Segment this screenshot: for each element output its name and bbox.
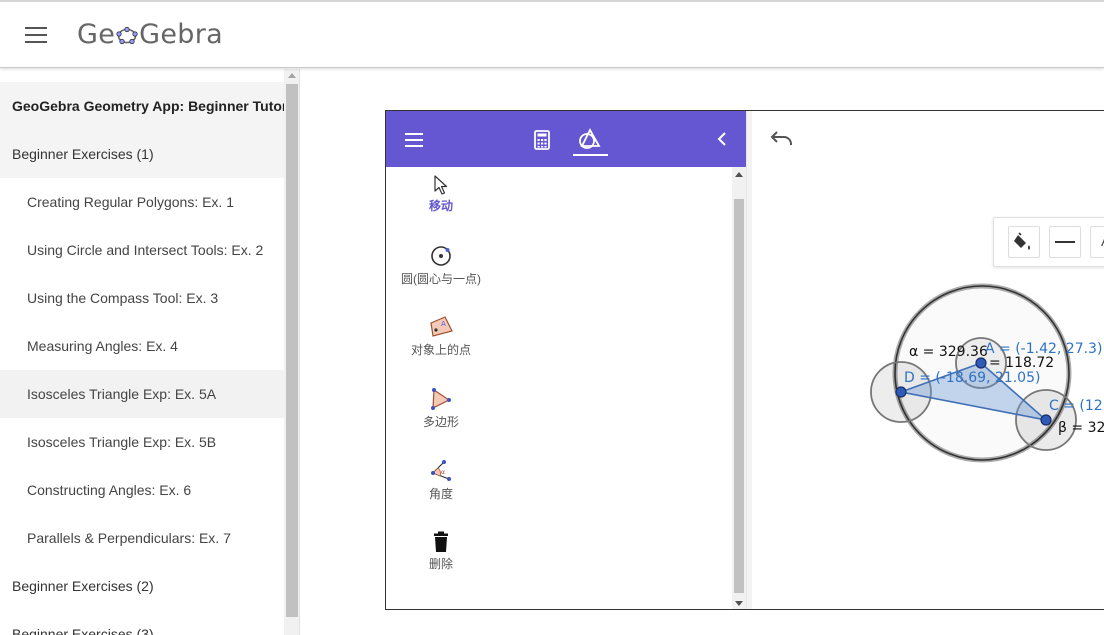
label-point-d: D = (-18.69, 21.05): [904, 370, 1040, 386]
text-style-label: A: [1091, 227, 1104, 257]
line-style-icon: [1055, 241, 1075, 243]
point-c[interactable]: [1040, 414, 1052, 426]
sidebar-item[interactable]: Measuring Angles: Ex. 4: [0, 322, 284, 370]
scroll-up-arrow-icon[interactable]: [288, 73, 296, 78]
menu-icon[interactable]: [25, 27, 47, 43]
text-style-button[interactable]: A: [1090, 226, 1104, 258]
fill-color-button[interactable]: [1008, 226, 1040, 258]
chevron-left-icon[interactable]: [716, 131, 728, 147]
tool-label: 对象上的点: [410, 343, 471, 357]
label-alpha: α = 329.36: [909, 344, 988, 360]
label-point-c: C = (12.: [1049, 398, 1104, 414]
tool-list: 移动 圆(圆心与一点) A 对象上的点 多边形 α 角度 删除: [386, 167, 732, 609]
tool-delete[interactable]: 删除: [386, 531, 496, 572]
tool-label: 圆(圆心与一点): [401, 272, 481, 286]
tool-point-on-object[interactable]: A 对象上的点: [386, 315, 496, 358]
tool-circle-center-point[interactable]: 圆(圆心与一点): [386, 244, 496, 287]
delete-icon: [434, 531, 448, 552]
tutorial-sidebar: GeoGebra Geometry App: Beginner Tutorial…: [0, 69, 300, 635]
sidebar-section[interactable]: Beginner Exercises (1): [0, 130, 284, 178]
point-on-object-icon: A: [430, 316, 453, 337]
tutorial-list: GeoGebra Geometry App: Beginner Tutorial…: [0, 82, 284, 635]
sidebar-item[interactable]: Using the Compass Tool: Ex. 3: [0, 274, 284, 322]
line-style-button[interactable]: [1049, 226, 1081, 258]
logo-text-start: Ge: [77, 19, 116, 50]
sidebar-item[interactable]: Using Circle and Intersect Tools: Ex. 2: [0, 226, 284, 274]
paint-bucket-icon: [1014, 232, 1030, 250]
top-bar: Ge Gebra: [0, 0, 1104, 68]
sidebar-section[interactable]: Beginner Exercises (2): [0, 562, 284, 610]
geometry-applet: 移动 圆(圆心与一点) A 对象上的点 多边形 α 角度 删除 α = 329.…: [385, 110, 1104, 610]
sidebar-item[interactable]: Constructing Angles: Ex. 6: [0, 466, 284, 514]
sidebar-section[interactable]: Beginner Exercises (3): [0, 610, 284, 635]
active-tab-indicator: [573, 154, 608, 156]
logo-text-end: Gebra: [139, 19, 223, 50]
applet-menu-icon[interactable]: [405, 133, 423, 147]
label-beta: β = 32: [1058, 420, 1104, 436]
tutorial-title[interactable]: GeoGebra Geometry App: Beginner Tutorial: [0, 82, 284, 130]
angle-icon: α: [431, 460, 451, 481]
tool-label: 角度: [428, 487, 453, 501]
style-bar: A: [993, 217, 1104, 267]
logo-flower-icon: [116, 26, 138, 44]
sidebar-item[interactable]: Isosceles Triangle Exp: Ex. 5B: [0, 418, 284, 466]
sidebar-scroll-thumb[interactable]: [286, 84, 298, 617]
tool-list-scrollbar[interactable]: [732, 167, 746, 609]
tool-label: 移动: [428, 199, 453, 213]
tool-list-scroll-thumb[interactable]: [734, 199, 744, 593]
point-d[interactable]: [895, 386, 907, 398]
svg-text:α: α: [441, 469, 445, 476]
tool-polygon[interactable]: 多边形: [386, 387, 496, 430]
tool-label: 删除: [428, 557, 453, 571]
sidebar-item[interactable]: Creating Regular Polygons: Ex. 1: [0, 178, 284, 226]
scroll-up-arrow-icon[interactable]: [735, 172, 743, 177]
graphics-view[interactable]: α = 329.36 A = (-1.42, 27.3) = 118.72 D …: [752, 111, 1104, 610]
scroll-down-arrow-icon[interactable]: [735, 601, 743, 606]
calculator-icon[interactable]: [534, 130, 550, 150]
svg-text:A: A: [441, 320, 446, 328]
tool-label: 多边形: [422, 415, 459, 429]
circle-center-point-icon: [431, 246, 451, 266]
geometry-tools-icon[interactable]: [578, 127, 602, 151]
tool-angle[interactable]: α 角度: [386, 459, 496, 502]
construction-canvas[interactable]: α = 329.36 A = (-1.42, 27.3) = 118.72 D …: [752, 111, 1104, 610]
label-angle-mid: = 118.72: [989, 355, 1054, 371]
sidebar-item[interactable]: Parallels & Perpendiculars: Ex. 7: [0, 514, 284, 562]
polygon-icon: [431, 388, 451, 410]
sidebar-item[interactable]: Isosceles Triangle Exp: Ex. 5A: [0, 370, 284, 418]
sidebar-scrollbar[interactable]: [284, 69, 299, 635]
tool-panel-header: [386, 111, 746, 167]
tool-move[interactable]: 移动: [386, 175, 496, 214]
geogebra-logo[interactable]: Ge Gebra: [77, 19, 223, 50]
move-arrow-icon: [434, 175, 448, 195]
